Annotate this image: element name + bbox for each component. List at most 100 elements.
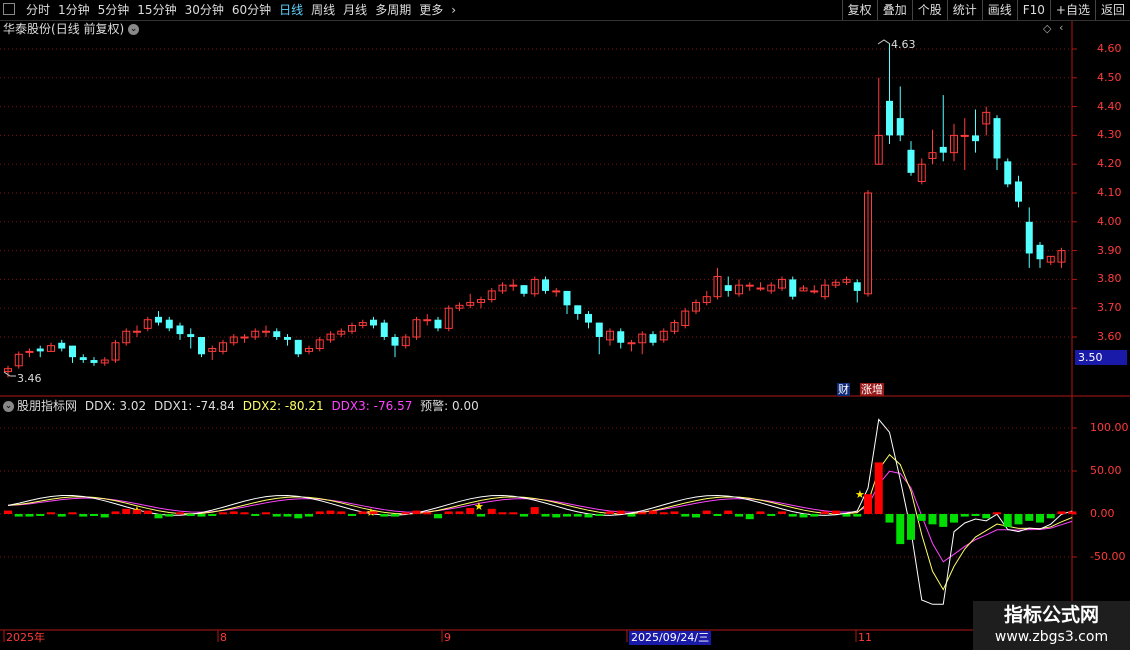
ddx-bar xyxy=(563,514,571,517)
ddx-bar xyxy=(874,462,883,514)
panel-toggle-icon[interactable] xyxy=(3,3,15,15)
ddx-bar xyxy=(681,514,690,517)
candle-body xyxy=(810,290,819,293)
ddx-bar xyxy=(272,514,281,517)
high-price-label: 4.63 xyxy=(891,38,916,51)
candle-body xyxy=(284,337,291,340)
date-label: 2025/09/24/三 xyxy=(629,631,712,645)
period-tab[interactable]: 多周期 xyxy=(371,0,415,20)
period-tab[interactable]: 月线 xyxy=(339,0,371,20)
ddx-bar xyxy=(982,514,991,519)
ddx-bar xyxy=(509,512,518,515)
ddx-bars xyxy=(4,462,1077,545)
period-tab[interactable]: 15分钟 xyxy=(133,0,180,20)
ddx-bar xyxy=(993,512,1001,515)
ddx-label: DDX: xyxy=(84,399,116,413)
candle-body xyxy=(155,316,162,323)
period-tab[interactable]: 30分钟 xyxy=(181,0,228,20)
ddx-bar xyxy=(724,510,733,514)
candle-body xyxy=(294,339,302,355)
chevron-right-icon[interactable]: › xyxy=(447,0,460,20)
toolbar-button[interactable]: 统计 xyxy=(946,0,982,20)
chevron-left-icon[interactable]: ‹ xyxy=(1059,21,1063,34)
ddx-bar xyxy=(530,507,539,514)
ddx-bar xyxy=(100,514,109,518)
candle-body xyxy=(520,285,528,294)
toolbar: 分时 1分钟 5分钟 15分钟 30分钟 60分钟 日线 周线 月线 多周期 更多 › 复权 叠加 个股统… xyxy=(0,0,1130,21)
period-tab[interactable]: 更多 xyxy=(415,0,447,20)
candle-body xyxy=(1004,161,1012,185)
ddx-bar xyxy=(735,514,743,517)
period-tab[interactable]: 分时 xyxy=(22,0,54,20)
ddx2-value: -80.21 xyxy=(284,399,324,413)
star-icon: ★ xyxy=(855,488,865,501)
date-label: 9 xyxy=(444,631,451,644)
ddx-bar xyxy=(358,511,367,514)
grid-lines xyxy=(0,21,1130,642)
candle-body xyxy=(993,118,1001,159)
candle-body xyxy=(853,282,861,291)
indicator-name: 股朋指标网 xyxy=(17,399,78,413)
ind-tick-label: 0.00 xyxy=(1090,507,1115,520)
ddx-bar xyxy=(713,514,722,516)
period-tab[interactable]: 5分钟 xyxy=(94,0,134,20)
candle-body xyxy=(896,118,904,136)
price-tick-label: 4.50 xyxy=(1097,70,1122,84)
candle-body xyxy=(187,334,195,337)
ddx-bar xyxy=(455,511,464,514)
toolbar-button[interactable]: 个股 xyxy=(911,0,947,20)
candle-body xyxy=(972,135,979,142)
toolbar-button[interactable]: F10 xyxy=(1016,0,1050,20)
toolbar-button[interactable]: 复权 xyxy=(841,0,877,20)
candle-body xyxy=(58,342,66,349)
ddx-bar xyxy=(1003,514,1012,527)
increase-tag[interactable]: 涨增 xyxy=(860,383,884,396)
ddx-bar xyxy=(928,514,937,525)
candle-body xyxy=(886,100,893,136)
kline-chart[interactable]: ★★★★ xyxy=(0,0,1130,650)
right-toolbar: 复权 叠加 个股 统计 画线 F10 +自选 返回 xyxy=(841,0,1130,20)
chart-mode: (日线 前复权) xyxy=(51,22,125,36)
period-tab[interactable]: 1分钟 xyxy=(54,0,94,20)
toolbar-button[interactable]: 画线 xyxy=(981,0,1017,20)
ddx-bar xyxy=(1025,514,1034,521)
candle-body xyxy=(434,319,442,329)
high-marker xyxy=(877,39,891,45)
chevron-down-icon[interactable]: ⌄ xyxy=(128,24,140,35)
price-tick-label: 3.70 xyxy=(1097,301,1122,315)
toolbar-button[interactable]: +自选 xyxy=(1049,0,1095,20)
ddx-bar xyxy=(143,510,152,514)
ddx-bar xyxy=(79,514,88,517)
ddx-bar xyxy=(229,511,238,514)
ddx-bar xyxy=(176,512,184,515)
date-label: 2025年 xyxy=(6,631,45,644)
ind-tick-label: -50.00 xyxy=(1090,550,1126,563)
ind-tick-label: 100.00 xyxy=(1090,421,1129,434)
diamond-icon[interactable]: ◇ xyxy=(1043,22,1051,35)
toolbar-button[interactable]: 叠加 xyxy=(876,0,912,20)
period-tab[interactable]: 周线 xyxy=(307,0,339,20)
stock-name: 华泰股份 xyxy=(3,22,52,36)
ddx-bar xyxy=(616,510,625,514)
ddx-bar xyxy=(606,511,614,514)
candle-body xyxy=(370,319,377,326)
ddx-bar xyxy=(401,512,410,515)
ddx-bar xyxy=(756,511,765,514)
chevron-down-icon[interactable]: ⌄ xyxy=(3,401,14,412)
ddx-bar xyxy=(831,510,840,514)
ddx-bar xyxy=(283,514,292,517)
watermark-url: www.zbgs3.com xyxy=(994,629,1109,645)
ddx-bar xyxy=(348,514,356,516)
ddx-bar xyxy=(477,514,485,517)
candle-body xyxy=(939,146,947,153)
period-tab[interactable]: 60分钟 xyxy=(228,0,275,20)
toolbar-button[interactable]: 返回 xyxy=(1094,0,1130,20)
candle-body xyxy=(90,360,98,363)
candle-body xyxy=(176,325,184,335)
finance-tag[interactable]: 财 xyxy=(837,383,850,396)
period-tab[interactable]: 日线 xyxy=(275,0,307,20)
warn-label: 预警: xyxy=(420,399,449,413)
candle-body xyxy=(240,336,249,339)
date-label: 11 xyxy=(858,631,872,644)
candle-body xyxy=(585,313,592,323)
